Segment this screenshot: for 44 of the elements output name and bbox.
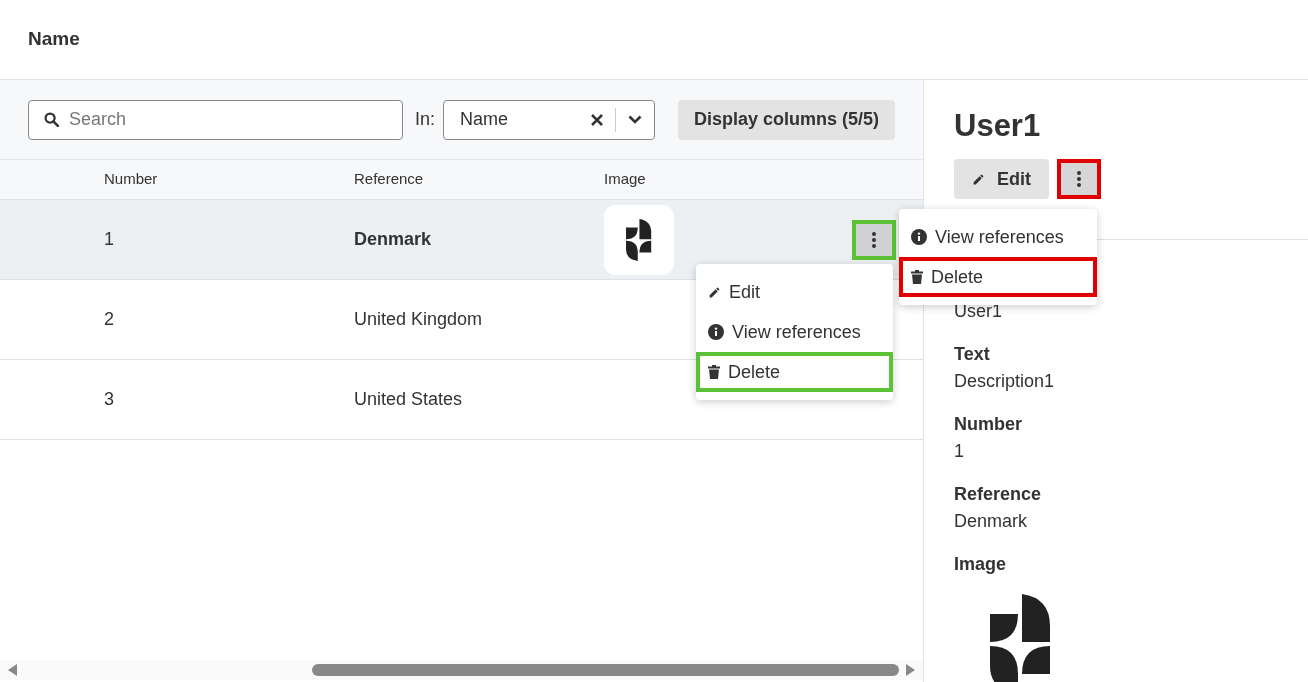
page-title: Name bbox=[28, 27, 80, 52]
field-label: Number bbox=[954, 413, 1023, 436]
table-cell-text: United States bbox=[354, 388, 464, 411]
pencil-icon bbox=[708, 285, 721, 299]
more-button[interactable] bbox=[852, 219, 896, 260]
scroll-left-icon[interactable] bbox=[8, 664, 18, 676]
table-row[interactable]: 1 Denmark bbox=[0, 200, 923, 280]
field-value: Description1 bbox=[954, 370, 1056, 393]
more-button[interactable] bbox=[1057, 159, 1101, 199]
menu-item[interactable]: View references bbox=[696, 312, 893, 352]
clear-icon[interactable] bbox=[591, 113, 603, 126]
field-value: 1 bbox=[954, 440, 965, 463]
info-icon bbox=[708, 324, 724, 340]
filter-select[interactable]: Name bbox=[443, 99, 655, 140]
more-icon bbox=[872, 231, 876, 248]
scrollbar-thumb[interactable] bbox=[312, 664, 899, 676]
column-header: Number bbox=[104, 169, 159, 190]
in-label: In: bbox=[415, 108, 435, 131]
chevron-down-icon[interactable] bbox=[628, 115, 642, 124]
search-icon bbox=[44, 111, 59, 127]
field-label: Image bbox=[954, 553, 1008, 576]
table-cell-text: 2 bbox=[104, 308, 115, 331]
field-value: Denmark bbox=[954, 510, 1029, 533]
pencil-icon bbox=[972, 172, 985, 186]
table-cell-text: Denmark bbox=[354, 228, 433, 251]
info-icon bbox=[911, 229, 927, 245]
display-columns-button[interactable]: Display columns (5/5) bbox=[677, 99, 895, 140]
table-cell-text: 3 bbox=[104, 388, 115, 411]
field-label: Text bbox=[954, 343, 991, 366]
trash-icon bbox=[708, 365, 720, 379]
trash-icon bbox=[911, 270, 923, 284]
column-header: Image bbox=[604, 169, 647, 190]
search-field[interactable]: Search bbox=[28, 99, 403, 140]
logo-icon bbox=[990, 594, 1050, 682]
edit-button[interactable]: Edit bbox=[954, 159, 1049, 199]
detail-title: User1 bbox=[954, 110, 1042, 141]
more-icon bbox=[1077, 171, 1081, 187]
field-value: User1 bbox=[954, 300, 1003, 323]
table-cell-text: 1 bbox=[104, 228, 115, 251]
scroll-right-icon[interactable] bbox=[905, 664, 915, 676]
column-header: Reference bbox=[354, 169, 425, 190]
logo-icon bbox=[626, 218, 652, 261]
field-label: Reference bbox=[954, 483, 1043, 506]
table-cell-text: United Kingdom bbox=[354, 308, 484, 331]
